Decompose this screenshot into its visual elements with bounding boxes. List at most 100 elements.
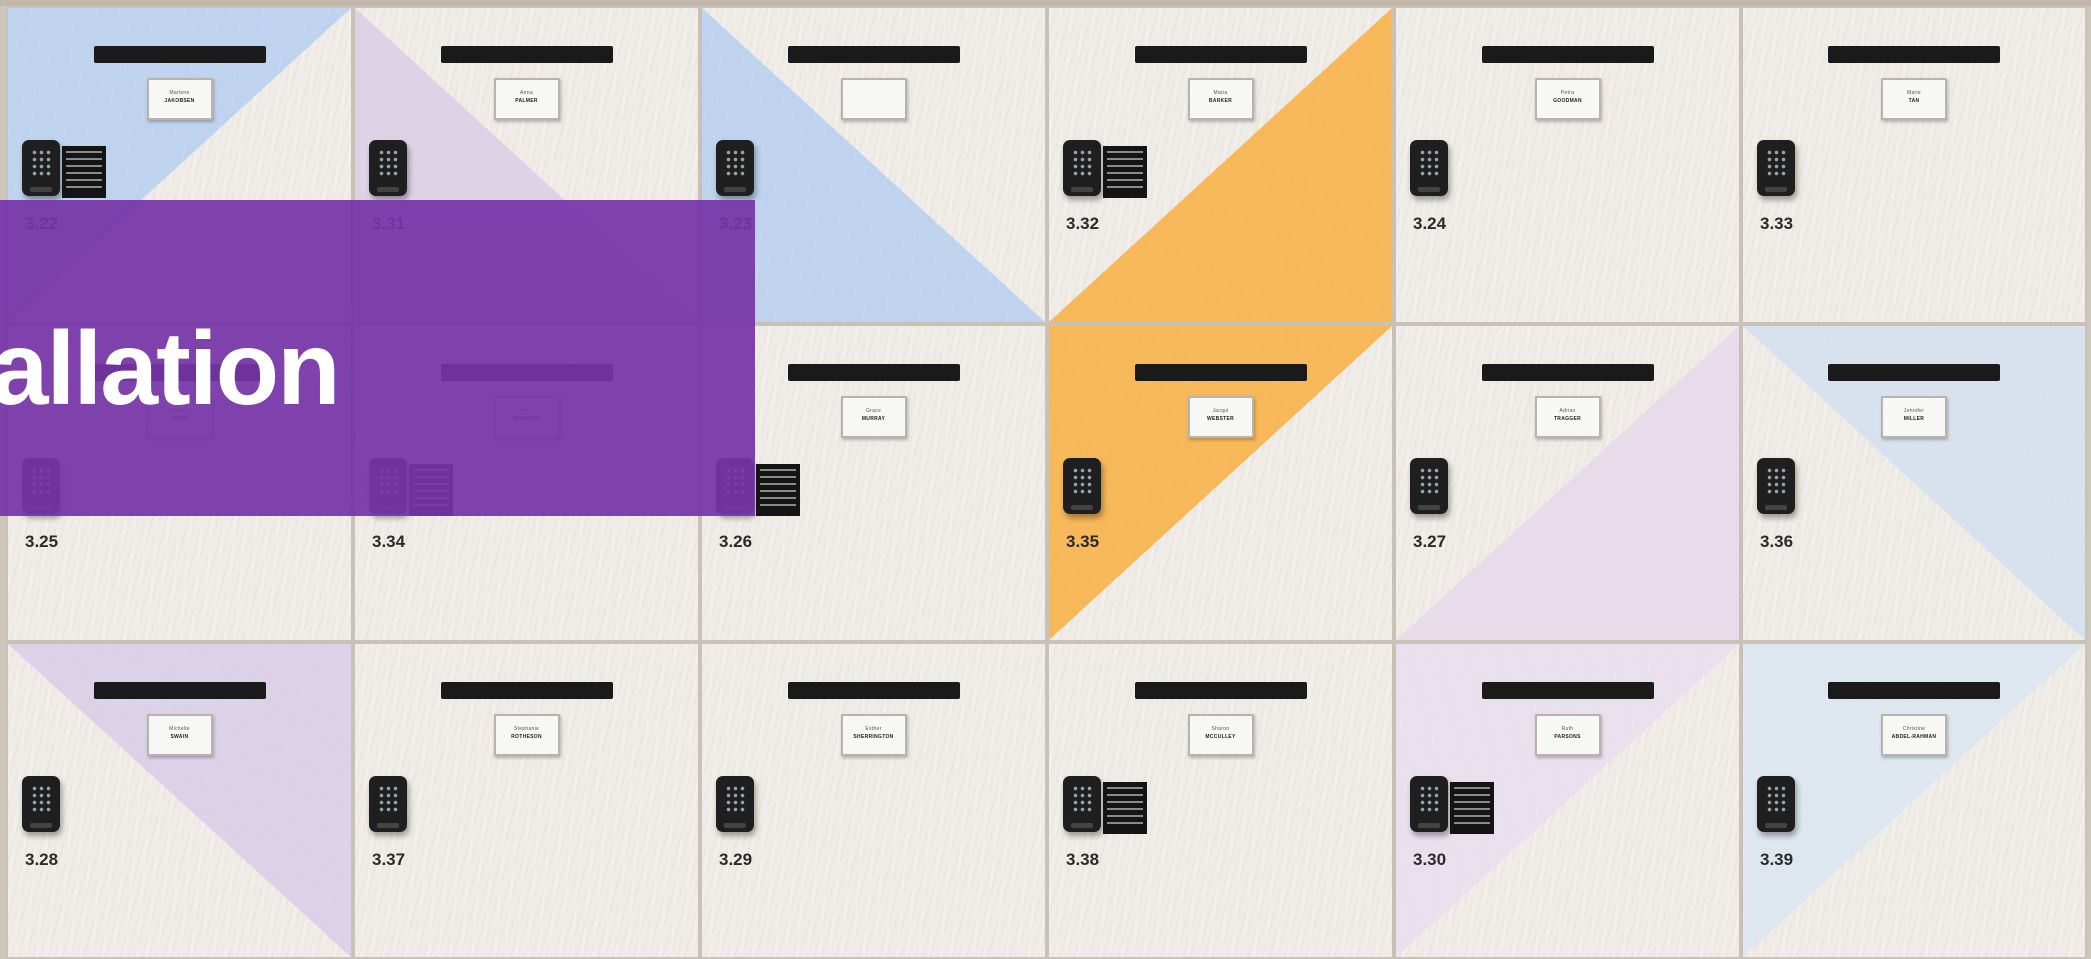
locker-door: Maria BARKER 3.32 xyxy=(1047,6,1394,324)
instruction-line xyxy=(1454,815,1490,817)
keypad-lock[interactable] xyxy=(1757,776,1795,832)
keypad-lock[interactable] xyxy=(1410,776,1448,832)
locker-door: Petra GOODMAN 3.24 xyxy=(1394,6,1741,324)
keypad-lock[interactable] xyxy=(716,140,754,196)
locker-number: 3.33 xyxy=(1760,214,1794,233)
mail-slot xyxy=(1481,46,1654,63)
name-plate: Stephanie ROTHESON xyxy=(493,714,560,756)
instruction-line xyxy=(1107,815,1143,817)
keypad-lock[interactable] xyxy=(1063,458,1101,514)
name-plate-last-name: MILLER xyxy=(1903,416,1925,422)
instruction-label xyxy=(1103,782,1147,834)
keypad-lock[interactable] xyxy=(22,776,60,832)
keypad-base xyxy=(377,187,399,192)
instruction-line xyxy=(66,158,102,160)
name-plate-last-name: TRAGGER xyxy=(1553,416,1582,422)
instruction-line xyxy=(760,483,796,485)
keypad-lock[interactable] xyxy=(369,140,407,196)
name-plate-last-name: PALMER xyxy=(515,98,538,104)
instruction-line xyxy=(66,165,102,167)
instruction-line xyxy=(66,179,102,181)
name-plate: Maria BARKER xyxy=(1187,78,1254,120)
keypad-base xyxy=(724,823,746,828)
locker-door: Ruth PARSONS 3.30 xyxy=(1394,642,1741,959)
keypad-lock[interactable] xyxy=(1757,458,1795,514)
name-plate-last-name: BARKER xyxy=(1208,98,1233,104)
keypad-buttons xyxy=(378,149,398,177)
keypad-buttons xyxy=(1419,149,1439,177)
keypad-lock[interactable] xyxy=(1410,458,1448,514)
instruction-label xyxy=(1103,146,1147,198)
keypad-lock[interactable] xyxy=(1063,140,1101,196)
keypad-lock[interactable] xyxy=(716,776,754,832)
keypad-buttons xyxy=(1419,467,1439,495)
instruction-line xyxy=(760,504,796,506)
keypad-buttons xyxy=(378,785,398,813)
keypad-lock[interactable] xyxy=(1410,140,1448,196)
locker-door: Christine ABDEL-RAHMAN 3.39 xyxy=(1741,642,2087,959)
mail-slot xyxy=(787,46,960,63)
name-plate-last-name: WEBSTER xyxy=(1206,416,1235,422)
keypad-buttons xyxy=(1766,149,1786,177)
locker-door: Marie TAN 3.33 xyxy=(1741,6,2087,324)
keypad-buttons xyxy=(725,785,745,813)
name-plate-first-name: Petra xyxy=(1560,90,1575,96)
keypad-base xyxy=(30,187,52,192)
keypad-buttons xyxy=(31,149,51,177)
name-plate: Marlene JAKOBSEN xyxy=(146,78,213,120)
name-plate-last-name: JAKOBSEN xyxy=(164,98,195,104)
locker-number: 3.27 xyxy=(1413,532,1447,551)
instruction-line xyxy=(1107,794,1143,796)
mail-slot xyxy=(1134,364,1307,381)
mail-slot xyxy=(1828,364,2000,381)
name-plate-first-name: Michelle xyxy=(169,726,190,732)
mail-slot xyxy=(440,46,613,63)
instruction-line xyxy=(66,151,102,153)
name-plate-first-name: Esther xyxy=(865,726,882,732)
instruction-line xyxy=(1454,787,1490,789)
name-plate-first-name: Maria xyxy=(1213,90,1228,96)
mail-slot xyxy=(93,682,266,699)
keypad-base xyxy=(1765,505,1787,510)
instruction-line xyxy=(1107,151,1143,153)
keypad-base xyxy=(1765,823,1787,828)
name-plate: Ruth PARSONS xyxy=(1534,714,1601,756)
mail-slot xyxy=(440,682,613,699)
instruction-line xyxy=(1107,808,1143,810)
locker-number: 3.32 xyxy=(1066,214,1100,233)
name-plate-last-name: ABDEL-RAHMAN xyxy=(1891,734,1937,740)
keypad-buttons xyxy=(1072,149,1092,177)
locker-number: 3.24 xyxy=(1413,214,1447,233)
mail-slot xyxy=(1134,46,1307,63)
instruction-label xyxy=(756,464,800,516)
keypad-lock[interactable] xyxy=(1757,140,1795,196)
mail-slot xyxy=(787,682,960,699)
instruction-line xyxy=(1107,158,1143,160)
instruction-line xyxy=(1454,822,1490,824)
name-plate-first-name: Grace xyxy=(865,408,882,414)
keypad-base xyxy=(1418,187,1440,192)
name-plate-first-name: Anna xyxy=(520,90,533,96)
name-plate-first-name: Jennifer xyxy=(1903,408,1925,414)
name-plate-last-name: ROTHESON xyxy=(511,734,542,740)
locker-number: 3.28 xyxy=(25,850,59,869)
instruction-line xyxy=(1107,822,1143,824)
instruction-line xyxy=(760,497,796,499)
instruction-line xyxy=(1107,165,1143,167)
instruction-line xyxy=(1107,186,1143,188)
keypad-lock[interactable] xyxy=(1063,776,1101,832)
keypad-base xyxy=(1071,823,1093,828)
name-plate: Michelle SWAIN xyxy=(146,714,213,756)
keypad-lock[interactable] xyxy=(369,776,407,832)
instruction-line xyxy=(66,186,102,188)
name-plate xyxy=(840,78,907,120)
mail-slot xyxy=(1828,46,2000,63)
keypad-lock[interactable] xyxy=(22,140,60,196)
instruction-line xyxy=(1107,787,1143,789)
locker-number: 3.26 xyxy=(719,532,753,551)
locker-number: 3.25 xyxy=(25,532,59,551)
keypad-base xyxy=(1071,505,1093,510)
mail-slot xyxy=(93,46,266,63)
locker-number: 3.39 xyxy=(1760,850,1794,869)
keypad-buttons xyxy=(1766,467,1786,495)
